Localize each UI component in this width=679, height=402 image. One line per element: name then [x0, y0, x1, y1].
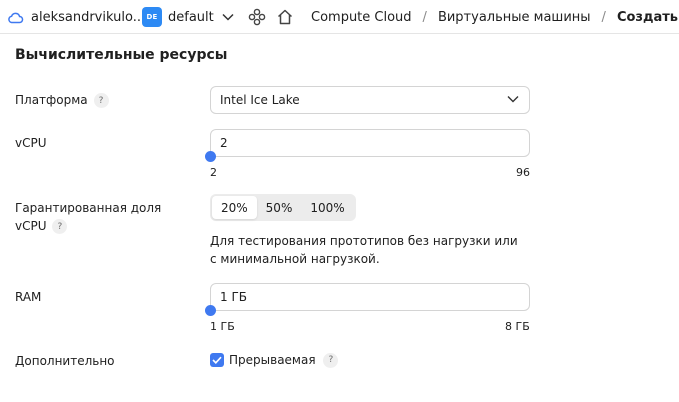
platform-select[interactable]: Intel Ice Lake [210, 86, 530, 114]
help-icon[interactable]: ? [52, 219, 68, 234]
extra-label: Дополнительно [15, 354, 115, 368]
ram-input-value: 1 ГБ [220, 290, 247, 304]
fraction-segmented-control: 20% 50% 100% [210, 194, 356, 221]
vcpu-input[interactable]: 2 [210, 129, 530, 157]
section-title: Вычислительные ресурсы [15, 47, 228, 63]
folder-switcher[interactable]: DE default [142, 0, 234, 34]
cloud-icon [7, 11, 24, 24]
services-button[interactable] [248, 0, 266, 34]
fraction-label: Гарантированная доля vCPU ? [15, 199, 161, 235]
account-switcher[interactable]: aleksandrvikulo... [7, 0, 145, 34]
vcpu-slider-thumb[interactable] [205, 151, 216, 162]
help-icon[interactable]: ? [323, 353, 339, 368]
services-icon [248, 8, 266, 26]
breadcrumb-compute-cloud[interactable]: Compute Cloud [311, 10, 412, 25]
vcpu-slider[interactable] [205, 151, 530, 162]
vcpu-min-label: 2 [210, 166, 217, 179]
breadcrumb-separator: / [422, 9, 427, 25]
folder-badge: DE [142, 7, 162, 27]
ram-input[interactable]: 1 ГБ [210, 283, 530, 311]
breadcrumb-create: Создать [616, 9, 678, 25]
breadcrumb: Compute Cloud / Виртуальные машины / Соз… [311, 0, 678, 34]
preemptible-label-text: Прерываемая [229, 353, 316, 367]
platform-label: Платформа ? [15, 91, 109, 109]
fraction-hint-line1: Для тестирования прототипов без нагрузки… [210, 234, 518, 248]
chevron-down-icon [222, 13, 234, 21]
fraction-option-100[interactable]: 100% [301, 196, 353, 219]
ram-min-label: 1 ГБ [210, 320, 235, 333]
fraction-option-20[interactable]: 20% [212, 196, 257, 219]
fraction-option-50[interactable]: 50% [257, 196, 302, 219]
ram-max-label: 8 ГБ [505, 320, 530, 333]
folder-name: default [168, 9, 214, 25]
chevron-down-icon [507, 95, 519, 103]
platform-label-text: Платформа [15, 93, 88, 107]
home-icon [276, 8, 294, 26]
ram-slider[interactable] [205, 305, 530, 316]
breadcrumb-separator: / [601, 9, 606, 25]
fraction-label-line1: Гарантированная доля [15, 201, 162, 215]
fraction-label-line2: vCPU [15, 219, 47, 233]
home-button[interactable] [276, 0, 294, 34]
top-bar: aleksandrvikulo... DE default Compute Cl… [0, 0, 679, 34]
account-name: aleksandrvikulo... [31, 9, 146, 25]
vcpu-max-label: 96 [516, 166, 530, 179]
platform-select-value: Intel Ice Lake [220, 93, 300, 107]
help-icon[interactable]: ? [93, 93, 109, 108]
vcpu-input-value: 2 [220, 136, 228, 150]
ram-label: RAM [15, 290, 42, 304]
preemptible-checkbox[interactable] [210, 353, 224, 367]
breadcrumb-virtual-machines[interactable]: Виртуальные машины [438, 10, 591, 25]
vcpu-label: vCPU [15, 136, 47, 150]
ram-slider-thumb[interactable] [205, 305, 216, 316]
preemptible-label: Прерываемая ? [229, 352, 339, 369]
checkmark-icon [212, 356, 222, 364]
fraction-hint: Для тестирования прототипов без нагрузки… [210, 232, 530, 268]
fraction-hint-line2: с минимальной нагрузкой. [210, 252, 380, 266]
